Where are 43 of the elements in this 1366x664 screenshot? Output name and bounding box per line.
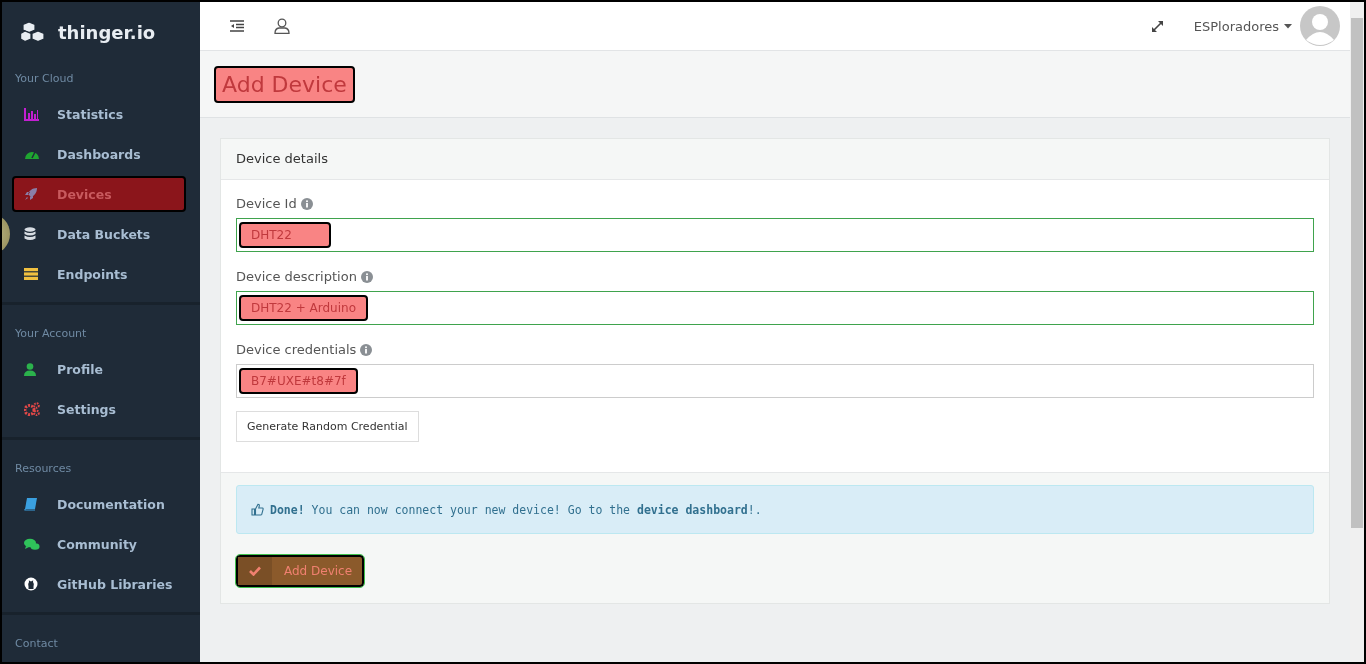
gears-icon bbox=[24, 402, 40, 416]
sidebar-item[interactable]: Settings bbox=[12, 391, 186, 427]
github-icon bbox=[24, 577, 38, 591]
field-value: DHT22 bbox=[239, 222, 331, 248]
sidebar-item[interactable]: Community bbox=[12, 526, 186, 562]
field-value: DHT22 + Arduino bbox=[239, 295, 368, 321]
info-icon bbox=[300, 197, 313, 210]
book-icon bbox=[24, 497, 38, 511]
rocket-icon bbox=[24, 187, 38, 201]
sidebar-section-title: Contact bbox=[14, 636, 59, 651]
alert-message: Done! You can now connect your new device! Go to the device dashboard!. bbox=[270, 502, 762, 517]
info-icon bbox=[360, 270, 373, 283]
sidebar-section-title: Your Account bbox=[14, 326, 88, 341]
sidebar-item[interactable]: Statistics bbox=[12, 96, 186, 132]
page-title: Add Device bbox=[214, 65, 355, 103]
server-icon bbox=[24, 268, 38, 280]
sidebar-item[interactable]: Dashboards bbox=[12, 136, 186, 172]
sidebar-item[interactable]: Documentation bbox=[12, 486, 186, 522]
chat-bubbles-icon bbox=[24, 537, 40, 551]
info-icon bbox=[360, 343, 373, 356]
field-label: Device credentials bbox=[236, 342, 357, 357]
field-label: Device description bbox=[236, 269, 357, 284]
expand-icon[interactable] bbox=[1150, 19, 1164, 33]
menu-icon[interactable] bbox=[230, 20, 244, 32]
caret-icon bbox=[1284, 23, 1292, 29]
field-label: Device Id bbox=[236, 196, 297, 211]
sidebar-item[interactable]: Endpoints bbox=[12, 256, 186, 292]
user-icon[interactable] bbox=[274, 18, 290, 34]
database-icon bbox=[24, 227, 36, 241]
brand-name[interactable]: thinger.io bbox=[58, 21, 156, 43]
sidebar-item[interactable]: Profile bbox=[12, 351, 186, 387]
user-menu-button[interactable]: ESPloradores bbox=[1193, 18, 1292, 34]
bar-chart-icon bbox=[24, 107, 40, 121]
scrollbar[interactable] bbox=[1350, 2, 1364, 662]
sidebar-item[interactable]: GitHub Libraries bbox=[12, 566, 186, 602]
thumbs-up-icon bbox=[251, 503, 264, 516]
sidebar-section-title: Your Cloud bbox=[14, 71, 75, 86]
sidebar-item[interactable]: Data Buckets bbox=[12, 216, 186, 252]
user-icon bbox=[24, 362, 36, 376]
generate-credential-button[interactable]: Generate Random Credential bbox=[236, 411, 419, 442]
check-icon bbox=[249, 566, 261, 576]
sidebar-section-title: Resources bbox=[14, 461, 73, 476]
field-value: B7#UXE#t8#7f bbox=[239, 368, 358, 394]
